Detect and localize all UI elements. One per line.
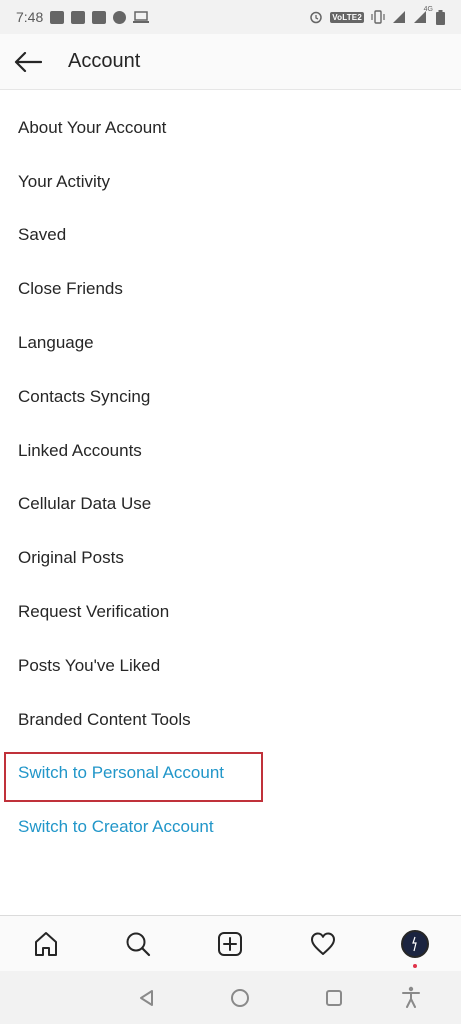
- accessibility-icon: [402, 986, 420, 1008]
- back-arrow-icon: [14, 51, 42, 72]
- menu-item-request-verification[interactable]: Request Verification: [0, 585, 461, 639]
- menu-item-close-friends[interactable]: Close Friends: [0, 262, 461, 316]
- bottom-nav: [0, 915, 461, 971]
- system-nav-bar: [0, 971, 461, 1024]
- menu-item-label: Close Friends: [18, 279, 123, 299]
- menu-item-language[interactable]: Language: [0, 316, 461, 370]
- search-icon: [126, 932, 151, 956]
- menu-item-branded-content-tools[interactable]: Branded Content Tools: [0, 693, 461, 747]
- status-left: 7:48: [16, 9, 150, 25]
- menu-item-label: Saved: [18, 225, 67, 245]
- alarm-icon: [309, 10, 323, 24]
- menu-item-label: Posts You've Liked: [18, 655, 161, 675]
- nav-home-button[interactable]: [22, 920, 70, 968]
- battery-icon: [436, 9, 445, 25]
- menu-item-contacts-syncing[interactable]: Contacts Syncing: [0, 370, 461, 424]
- flipboard-icon: [71, 10, 86, 24]
- mail-icon: [92, 10, 107, 24]
- laptop-icon: [133, 10, 150, 24]
- system-home-button[interactable]: [220, 978, 260, 1018]
- status-right: VoLTE2 4G: [309, 6, 445, 25]
- menu-item-saved[interactable]: Saved: [0, 209, 461, 263]
- accessibility-button[interactable]: [391, 977, 431, 1017]
- menu-item-label: Linked Accounts: [18, 440, 142, 460]
- menu-item-original-posts[interactable]: Original Posts: [0, 531, 461, 585]
- back-button[interactable]: [0, 34, 56, 90]
- menu-item-label: Language: [18, 333, 94, 353]
- menu-item-cellular-data-use[interactable]: Cellular Data Use: [0, 478, 461, 532]
- status-bar: 7:48 VoLTE2 4G: [0, 0, 461, 34]
- notification-icon: [50, 10, 65, 24]
- menu-item-label: Request Verification: [18, 602, 170, 622]
- menu-item-label: Branded Content Tools: [18, 709, 191, 729]
- menu-item-your-activity[interactable]: Your Activity: [0, 155, 461, 209]
- notification-dot: [412, 963, 417, 968]
- vibrate-icon: [371, 10, 385, 24]
- status-time: 7:48: [16, 9, 44, 25]
- system-recents-button[interactable]: [314, 978, 354, 1018]
- highlight-box: [4, 752, 263, 802]
- signal-4g-label: 4G: [423, 6, 433, 13]
- circle-home-icon: [231, 988, 250, 1007]
- triangle-back-icon: [139, 989, 153, 1006]
- menu-item-label: Original Posts: [18, 548, 124, 568]
- menu-item-posts-youve-liked[interactable]: Posts You've Liked: [0, 639, 461, 693]
- menu-item-linked-accounts[interactable]: Linked Accounts: [0, 424, 461, 478]
- home-icon: [35, 931, 58, 956]
- nav-new-post-button[interactable]: [206, 920, 254, 968]
- square-recents-icon: [326, 989, 343, 1006]
- signal-icon: [392, 10, 406, 24]
- skype-icon: [113, 10, 127, 24]
- nav-activity-button[interactable]: [299, 920, 347, 968]
- account-menu: About Your Account Your Activity Saved C…: [0, 101, 461, 854]
- signal-4g-icon: 4G: [413, 6, 433, 24]
- new-post-icon: [218, 931, 243, 956]
- system-back-button[interactable]: [127, 978, 167, 1018]
- nav-search-button[interactable]: [114, 920, 162, 968]
- menu-item-label: About Your Account: [18, 117, 167, 137]
- menu-item-about-your-account[interactable]: About Your Account: [0, 101, 461, 155]
- profile-avatar: [400, 929, 429, 958]
- switch-to-creator-account-link[interactable]: Switch to Creator Account: [0, 800, 461, 854]
- menu-item-label: Cellular Data Use: [18, 494, 152, 514]
- menu-item-label: Switch to Creator Account: [18, 817, 214, 837]
- volte-badge: VoLTE2: [330, 11, 364, 23]
- menu-item-label: Your Activity: [18, 171, 110, 191]
- heart-icon: [310, 932, 335, 955]
- nav-profile-button[interactable]: [391, 920, 439, 968]
- page-title: Account: [68, 50, 141, 72]
- app-header: Account: [0, 34, 461, 90]
- menu-item-label: Contacts Syncing: [18, 386, 151, 406]
